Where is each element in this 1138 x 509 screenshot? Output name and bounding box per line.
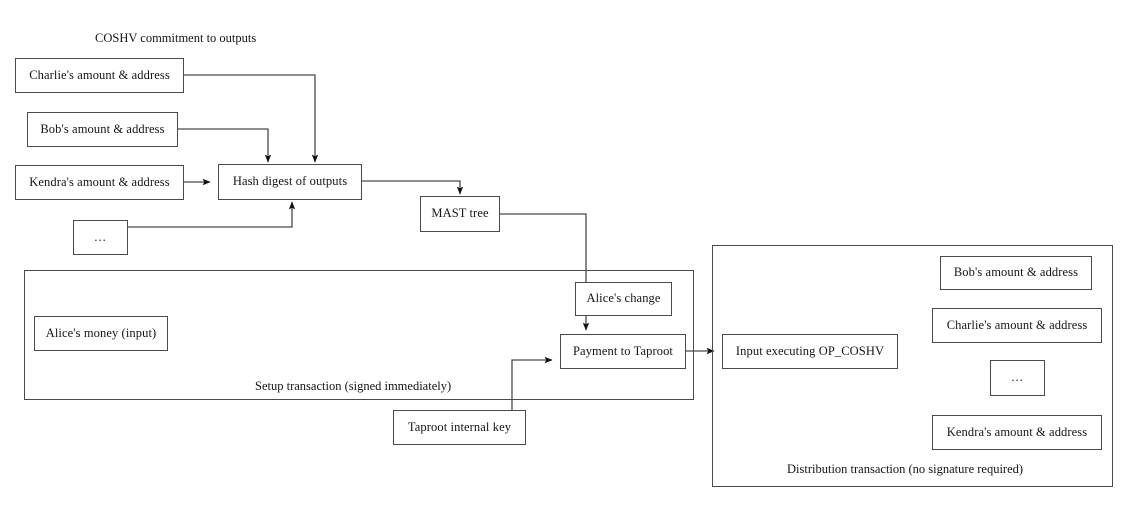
group-distribution-transaction-label: Distribution transaction (no signature r… [785,462,1026,477]
connector-charlie-to-hash [184,74,319,163]
node-charlie-output-label: Charlie's amount & address [946,317,1088,332]
diagram-canvas: COSHV commitment to outputs Charlie's am… [0,0,1138,509]
connector-ellipsis-to-hash [128,201,296,228]
connector-bob-to-hash [178,128,272,163]
node-charlie-input: Charlie's amount & address [15,58,184,93]
node-bob-output: Bob's amount & address [940,256,1092,290]
node-alice-change-label: Alice's change [586,291,661,306]
node-hash-digest: Hash digest of outputs [218,164,362,200]
node-ellipsis-output-label: ... [1011,370,1024,385]
node-bob-input-label: Bob's amount & address [40,121,165,136]
node-ellipsis-input: ... [73,220,128,255]
node-input-executing-opcoshv: Input executing OP_COSHV [722,334,898,369]
node-ellipsis-input-label: ... [94,229,107,244]
node-taproot-internal-key: Taproot internal key [393,410,526,445]
node-kendra-input: Kendra's amount & address [15,165,184,200]
node-payment-to-taproot-label: Payment to Taproot [573,343,673,358]
page-title: COSHV commitment to outputs [95,31,257,45]
node-alice-money: Alice's money (input) [34,316,168,351]
group-setup-transaction-label: Setup transaction (signed immediately) [253,379,454,394]
node-hash-digest-label: Hash digest of outputs [232,174,348,189]
node-kendra-input-label: Kendra's amount & address [29,174,170,189]
node-mast-tree-label: MAST tree [431,206,489,221]
node-ellipsis-output: ... [990,360,1045,396]
node-payment-to-taproot: Payment to Taproot [560,334,686,369]
node-alice-change: Alice's change [575,282,672,316]
node-kendra-output: Kendra's amount & address [932,415,1102,450]
node-bob-input: Bob's amount & address [27,112,178,147]
connector-hash-to-mast [362,180,464,195]
node-input-executing-opcoshv-label: Input executing OP_COSHV [735,343,885,358]
node-kendra-output-label: Kendra's amount & address [946,424,1088,439]
node-charlie-output: Charlie's amount & address [932,308,1102,343]
node-mast-tree: MAST tree [420,196,500,232]
node-taproot-internal-key-label: Taproot internal key [407,419,512,434]
node-charlie-input-label: Charlie's amount & address [29,67,170,82]
node-bob-output-label: Bob's amount & address [953,265,1079,280]
node-alice-money-label: Alice's money (input) [45,325,157,340]
